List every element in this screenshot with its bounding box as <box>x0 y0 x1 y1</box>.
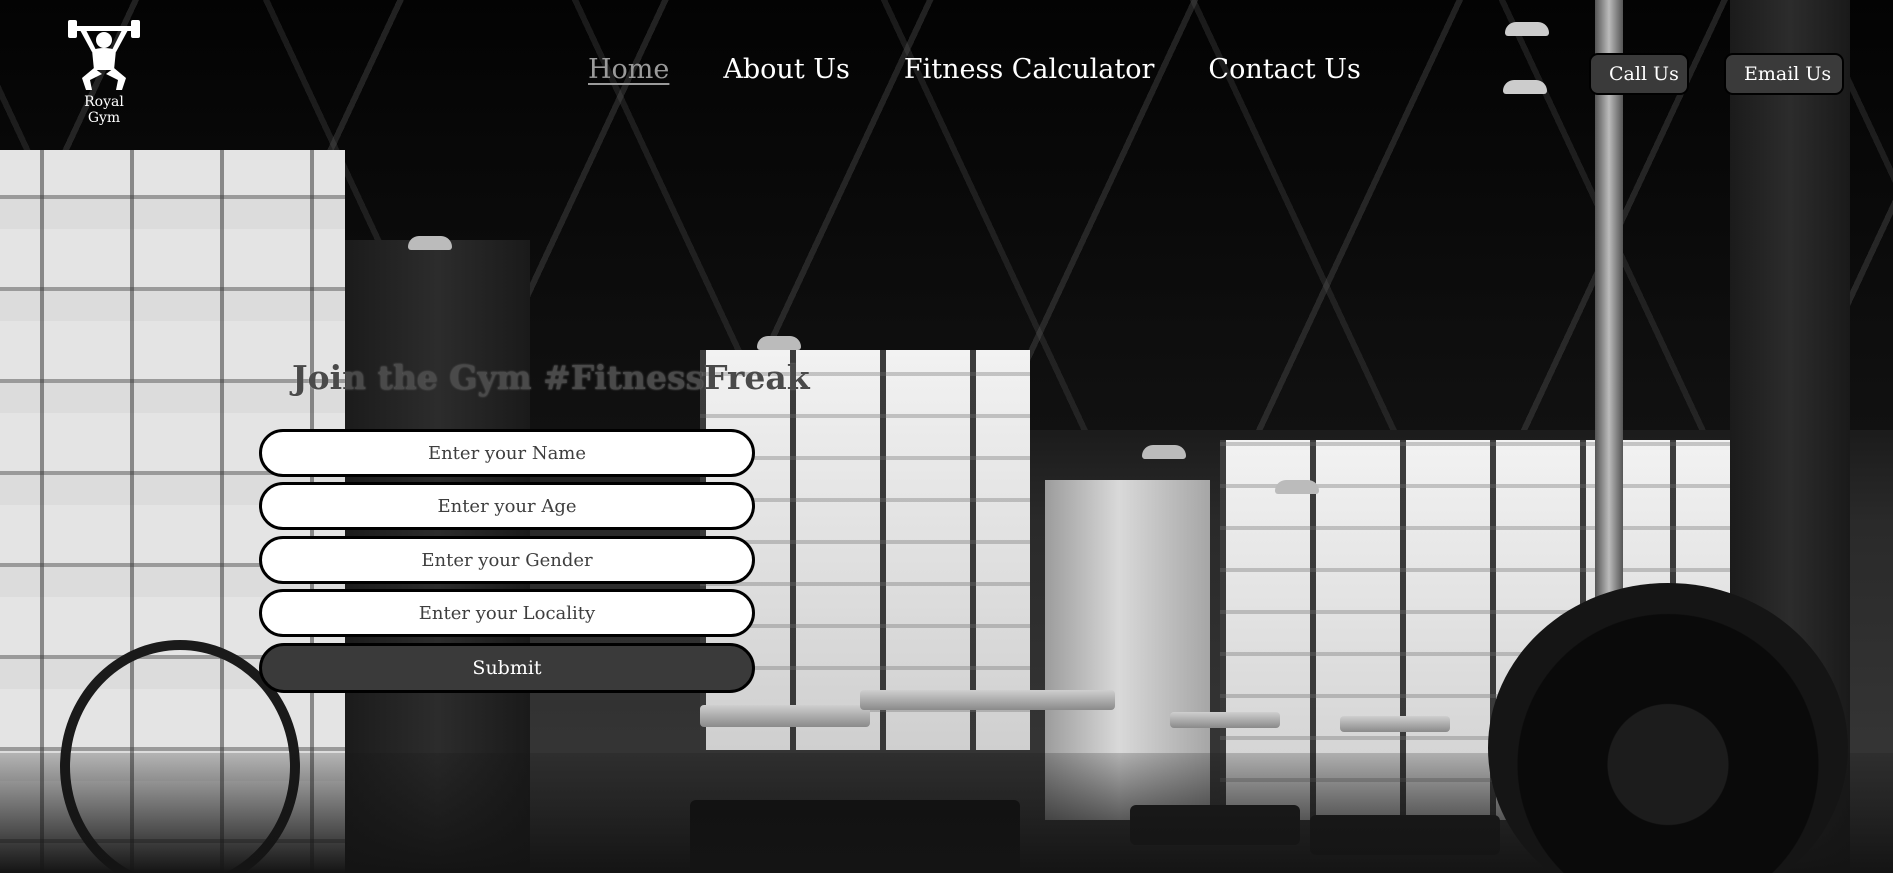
submit-button[interactable]: Submit <box>259 643 755 693</box>
treadmill-rail <box>1170 712 1280 728</box>
treadmill-rail <box>700 705 870 727</box>
call-us-button[interactable]: Call Us <box>1589 53 1689 95</box>
ceiling-lamp <box>1503 80 1547 94</box>
locality-input[interactable] <box>259 589 755 637</box>
email-us-button[interactable]: Email Us <box>1724 53 1844 95</box>
page: Royal Gym Home About Us Fitness Calculat… <box>0 0 1893 873</box>
nav-link-contact-us[interactable]: Contact Us <box>1208 54 1360 85</box>
nav-link-about-us[interactable]: About Us <box>723 54 849 85</box>
nav-link-home[interactable]: Home <box>588 54 669 85</box>
gender-input[interactable] <box>259 536 755 584</box>
treadmill-rail <box>1340 716 1450 732</box>
treadmill-rail <box>975 690 1115 710</box>
ceiling-lamp <box>1505 22 1549 36</box>
form-title: Join the Gym #FitnessFreak <box>292 358 810 397</box>
brand-name: Royal Gym <box>84 94 124 126</box>
ceiling-lamp <box>1142 445 1186 459</box>
name-input[interactable] <box>259 429 755 477</box>
nav-link-fitness-calculator[interactable]: Fitness Calculator <box>904 54 1155 85</box>
weightlifter-icon <box>68 20 140 90</box>
main-nav: Home About Us Fitness Calculator Contact… <box>588 54 1361 85</box>
age-input[interactable] <box>259 482 755 530</box>
ceiling-lamp <box>408 236 452 250</box>
brand-logo[interactable]: Royal Gym <box>66 18 142 126</box>
ceiling-lamp <box>1275 480 1319 494</box>
ceiling-lamp <box>757 336 801 350</box>
